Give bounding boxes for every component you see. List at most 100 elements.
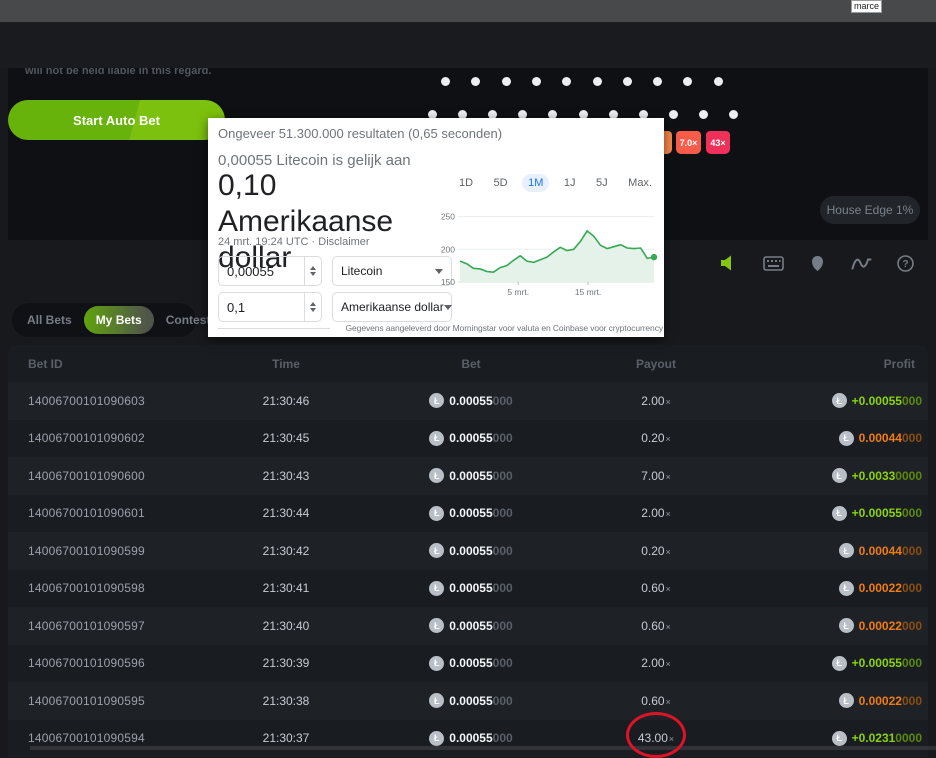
time-cell: 21:30:40 [206, 607, 366, 645]
litecoin-icon: Ł [832, 731, 847, 746]
fairness-icon[interactable] [806, 253, 828, 273]
bet-row[interactable]: 1400670010109059421:30:37Ł0.0005500043.0… [8, 720, 928, 758]
bet-row[interactable]: 1400670010109060121:30:44Ł0.000550002.00… [8, 495, 928, 533]
profit-cell: Ł+0.00055000 [832, 495, 922, 533]
chart-range-1j[interactable]: 1J [558, 174, 582, 192]
svg-text:?: ? [902, 259, 908, 270]
chart-range-1d[interactable]: 1D [453, 174, 479, 192]
bet-row[interactable]: 1400670010109060221:30:45Ł0.000550000.20… [8, 420, 928, 458]
bet-id-cell: 14006700101090595 [28, 682, 145, 720]
time-cell: 21:30:45 [206, 420, 366, 458]
time-cell: 21:30:38 [206, 682, 366, 720]
litecoin-icon: Ł [839, 618, 854, 633]
amount-from-input[interactable]: 0,00055 [218, 256, 322, 286]
chart-range-max[interactable]: Max. [622, 174, 658, 192]
time-cell: 21:30:39 [206, 645, 366, 683]
unit-to-select[interactable]: Amerikaanse dollar [332, 292, 452, 322]
bet-amount-cell: Ł0.00055000 [383, 495, 559, 533]
bet-row[interactable]: 1400670010109059821:30:41Ł0.000550000.60… [8, 570, 928, 608]
litecoin-icon: Ł [429, 431, 444, 446]
litecoin-icon: Ł [429, 393, 444, 408]
annotation-red-circle [626, 712, 686, 758]
svg-text:150: 150 [441, 277, 455, 287]
time-cell: 21:30:44 [206, 495, 366, 533]
profit-cell: Ł+0.00055000 [832, 645, 922, 683]
bets-tab-bar: All BetsMy BetsContest [12, 303, 196, 337]
svg-text:15 mrt.: 15 mrt. [575, 287, 601, 297]
unit-from-select[interactable]: Litecoin [332, 256, 452, 286]
volume-icon[interactable] [718, 253, 740, 273]
bet-row[interactable]: 1400670010109059921:30:42Ł0.000550000.20… [8, 532, 928, 570]
profit-cell: Ł0.00022000 [839, 682, 922, 720]
col-bet: Bet [383, 357, 559, 371]
plinko-peg [471, 77, 480, 86]
litecoin-icon: Ł [429, 656, 444, 671]
bet-id-cell: 14006700101090602 [28, 420, 145, 458]
live-stats-icon[interactable] [850, 253, 872, 273]
col-payout: Payout [568, 357, 744, 371]
profit-cell: Ł0.00022000 [839, 607, 922, 645]
payout-cell: 7.00× [568, 457, 744, 495]
svg-text:200: 200 [441, 244, 455, 254]
litecoin-icon: Ł [839, 543, 854, 558]
litecoin-icon: Ł [429, 731, 444, 746]
chart-range-5d[interactable]: 5D [488, 174, 514, 192]
chart-range-5j[interactable]: 5J [590, 174, 614, 192]
plinko-peg [729, 110, 738, 119]
help-icon[interactable]: ? [894, 253, 916, 273]
bets-table: Bet ID Time Bet Payout Profit 1400670010… [8, 345, 928, 750]
data-attribution: Gegevens aangeleverd door Morningstar vo… [346, 323, 663, 333]
tab-all-bets[interactable]: All Bets [15, 306, 84, 334]
marce-tooltip: marce [851, 0, 882, 13]
plinko-peg [593, 77, 602, 86]
bet-row[interactable]: 1400670010109060321:30:46Ł0.000550002.00… [8, 382, 928, 420]
litecoin-icon: Ł [429, 581, 444, 596]
bet-id-cell: 14006700101090596 [28, 645, 145, 683]
payout-cell: 0.20× [568, 532, 744, 570]
payout-cell: 0.60× [568, 607, 744, 645]
conversion-chart: 1502002505 mrt.15 mrt. [440, 192, 660, 304]
svg-text:250: 250 [441, 212, 455, 222]
bet-row[interactable]: 1400670010109059521:30:38Ł0.000550000.60… [8, 682, 928, 720]
unit-to-value: Amerikaanse dollar [341, 300, 444, 314]
time-cell: 21:30:41 [206, 570, 366, 608]
chart-range-1m[interactable]: 1M [522, 174, 549, 192]
stepper-icon[interactable] [304, 257, 321, 285]
col-bet-id: Bet ID [28, 357, 63, 371]
bet-row[interactable]: 14006700101090596 21:30:39 Ł0.000550002.00… [8, 645, 928, 683]
start-auto-bet-button[interactable]: Start Auto Bet [8, 100, 225, 140]
stepper-icon[interactable] [304, 293, 321, 321]
bet-id-cell: 14006700101090600 [28, 457, 145, 495]
col-time: Time [206, 357, 366, 371]
bet-amount-cell: Ł0.00055000 [383, 420, 559, 458]
bet-amount-cell: Ł0.00055000 [383, 645, 559, 683]
profit-cell: Ł+0.00330000 [832, 457, 922, 495]
table-header: Bet ID Time Bet Payout Profit [8, 345, 928, 382]
bet-amount-cell: Ł0.00055000 [383, 720, 559, 758]
plinko-peg [623, 77, 632, 86]
bet-amount-cell: Ł0.00055000 [383, 532, 559, 570]
window-titlebar [0, 0, 936, 22]
bet-row[interactable]: 1400670010109059721:30:40Ł0.000550000.60… [8, 607, 928, 645]
plinko-peg [669, 110, 678, 119]
litecoin-icon: Ł [839, 431, 854, 446]
litecoin-icon: Ł [832, 468, 847, 483]
tab-my-bets[interactable]: My Bets [84, 306, 154, 334]
litecoin-icon: Ł [429, 693, 444, 708]
house-edge-badge: House Edge 1% [820, 196, 920, 224]
plinko-peg [683, 77, 692, 86]
bet-amount-cell: Ł0.00055000 [383, 607, 559, 645]
bet-id-cell: 14006700101090603 [28, 382, 145, 420]
hotkeys-icon[interactable] [762, 253, 784, 273]
divider [218, 328, 330, 329]
bet-row[interactable]: 1400670010109060021:30:43Ł0.000550007.00… [8, 457, 928, 495]
profit-cell: Ł0.00044000 [839, 532, 922, 570]
bet-amount-cell: Ł0.00055000 [383, 682, 559, 720]
litecoin-icon: Ł [839, 581, 854, 596]
payout-cell: 2.00× [568, 645, 744, 683]
plinko-peg [532, 77, 541, 86]
amount-from-value: 0,00055 [219, 264, 304, 279]
site-header [0, 22, 936, 68]
litecoin-icon: Ł [832, 506, 847, 521]
amount-to-input[interactable]: 0,1 [218, 292, 322, 322]
